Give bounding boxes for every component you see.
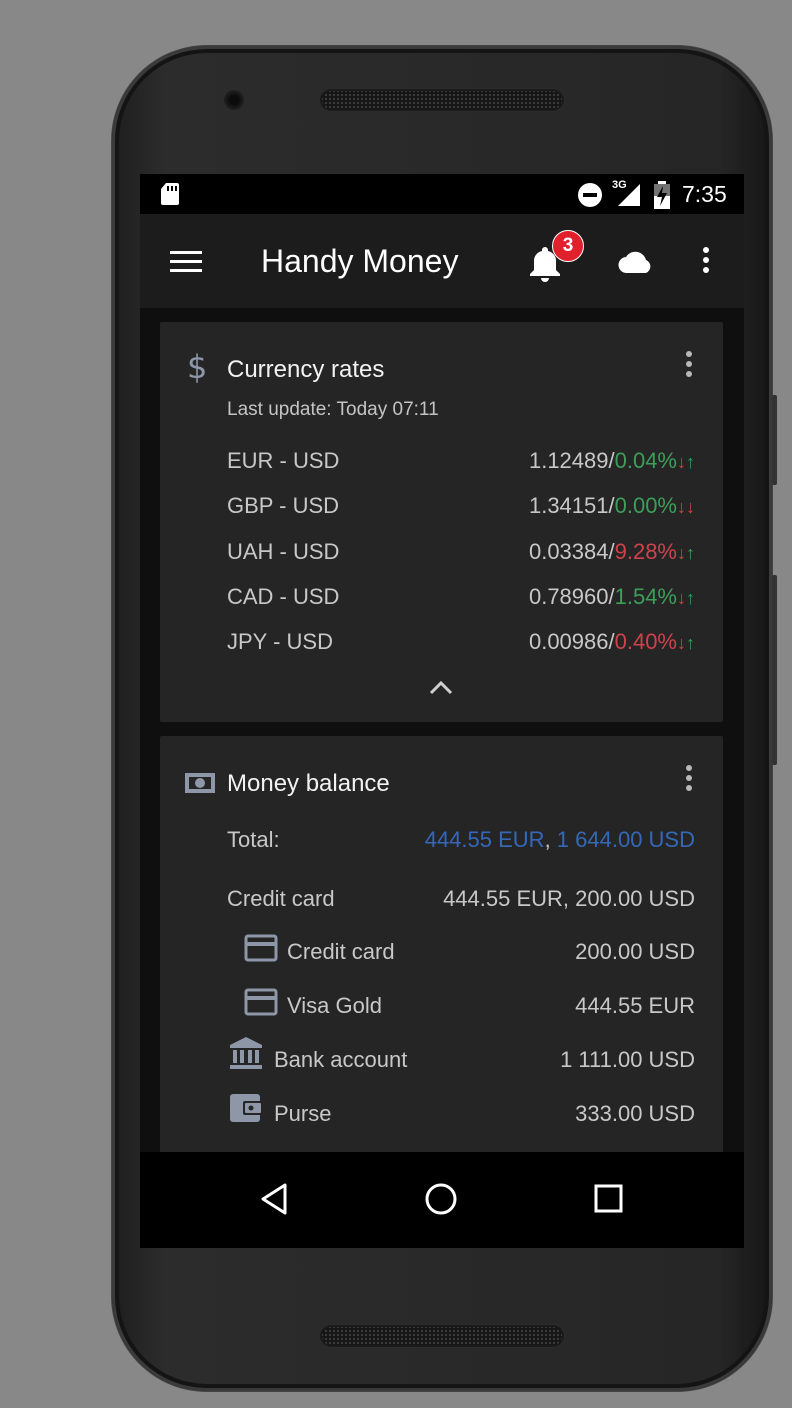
account-value: 1 111.00 USD bbox=[560, 1047, 695, 1072]
recents-icon[interactable] bbox=[594, 1184, 624, 1214]
chevron-up-icon[interactable] bbox=[429, 680, 453, 696]
app-title: Handy Money bbox=[261, 243, 459, 279]
last-update-text: Last update: Today 07:11 bbox=[227, 399, 439, 420]
wallet-icon bbox=[229, 1092, 263, 1129]
more-vert-icon[interactable] bbox=[694, 244, 718, 284]
menu-icon[interactable] bbox=[170, 250, 204, 274]
account-label[interactable]: Credit card bbox=[287, 939, 395, 965]
rate-number: 0.03384/ bbox=[528, 538, 615, 564]
account-value: 333.00 USD bbox=[575, 1101, 695, 1126]
account-value: 200.00 USD bbox=[575, 939, 695, 964]
trend-arrow: ↓ bbox=[677, 633, 686, 654]
notification-badge: 3 bbox=[552, 230, 584, 262]
clock: 7:35 bbox=[682, 181, 727, 207]
rate-change: 9.28% bbox=[614, 538, 677, 564]
rate-value: 1.12489/0.04%↓↑ bbox=[529, 448, 695, 474]
bottom-speaker bbox=[320, 1325, 564, 1347]
notifications-button[interactable]: 3 bbox=[524, 230, 584, 284]
currency-card-title: Currency rates bbox=[227, 356, 385, 383]
rate-pair: UAH - USD bbox=[227, 538, 340, 564]
balance-card-title: Money balance bbox=[227, 770, 390, 797]
credit-card-icon bbox=[244, 934, 278, 967]
power-button bbox=[772, 575, 777, 765]
rate-pair: GBP - USD bbox=[227, 493, 340, 519]
rate-change: 0.04% bbox=[614, 448, 677, 473]
currency-card-menu-icon[interactable] bbox=[677, 348, 701, 388]
money-balance-card: Money balance Total: 444.55 EUR, 1 644.0… bbox=[160, 736, 723, 1152]
top-speaker bbox=[320, 89, 564, 111]
rate-change: 1.54% bbox=[614, 583, 677, 609]
rate-number: 0.00986/ bbox=[528, 629, 615, 655]
total-usd: 1 644.00 USD bbox=[556, 827, 695, 852]
trend-arrow: ↑ bbox=[686, 633, 695, 654]
signal-icon bbox=[618, 184, 640, 206]
cloud-icon[interactable] bbox=[618, 248, 654, 274]
rate-pair: CAD - USD bbox=[227, 583, 340, 609]
battery-charging-icon bbox=[654, 181, 670, 209]
rate-number: 1.12489/ bbox=[528, 448, 615, 473]
total-eur: 444.55 EUR bbox=[424, 827, 545, 852]
back-icon[interactable] bbox=[259, 1182, 289, 1216]
total-separator: , bbox=[544, 827, 557, 852]
screen: 3G 7:35 Handy Money 3 $ Currency rates L… bbox=[140, 174, 744, 1248]
trend-arrow: ↓ bbox=[677, 542, 686, 563]
trend-arrow: ↑ bbox=[686, 452, 695, 472]
total-label: Total: bbox=[227, 827, 280, 852]
trend-arrow: ↓ bbox=[677, 452, 686, 472]
account-label[interactable]: Bank account bbox=[274, 1047, 407, 1073]
trend-arrow: ↑ bbox=[686, 587, 695, 608]
navigation-bar bbox=[140, 1152, 744, 1248]
notification-count: 3 bbox=[562, 235, 574, 256]
rate-number: 1.34151/ bbox=[528, 493, 615, 519]
trend-arrow: ↓ bbox=[677, 497, 686, 518]
group-value: 444.55 EUR, 200.00 USD bbox=[443, 886, 695, 911]
group-label[interactable]: Credit card bbox=[227, 886, 335, 912]
app-bar: Handy Money 3 bbox=[140, 214, 744, 308]
money-icon bbox=[185, 773, 215, 793]
currency-rates-card: $ Currency rates Last update: Today 07:1… bbox=[160, 322, 723, 722]
rate-pair: JPY - USD bbox=[227, 629, 333, 655]
account-label[interactable]: Purse bbox=[274, 1101, 331, 1127]
rate-change: 0.40% bbox=[614, 629, 677, 655]
balance-card-menu-icon[interactable] bbox=[677, 762, 701, 802]
trend-arrow: ↑ bbox=[686, 542, 695, 563]
rate-change: 0.00% bbox=[614, 493, 677, 519]
trend-arrow: ↓ bbox=[677, 587, 686, 608]
sd-card-icon bbox=[161, 183, 179, 205]
rate-value: 0.78960/1.54%↓↑ bbox=[529, 584, 695, 610]
account-value: 444.55 EUR bbox=[575, 993, 695, 1018]
bank-icon bbox=[229, 1036, 263, 1075]
credit-card-icon bbox=[244, 988, 278, 1021]
volume-button bbox=[772, 395, 777, 485]
dollar-icon: $ bbox=[187, 348, 208, 386]
rate-value: 0.03384/9.28%↓↑ bbox=[529, 539, 695, 565]
rate-pair: EUR - USD bbox=[227, 448, 340, 473]
account-label[interactable]: Visa Gold bbox=[287, 993, 382, 1019]
rate-value: 1.34151/0.00%↓↓ bbox=[529, 493, 695, 519]
total-value: 444.55 EUR, 1 644.00 USD bbox=[425, 827, 695, 853]
main-content: $ Currency rates Last update: Today 07:1… bbox=[140, 308, 744, 1152]
rate-number: 0.78960/ bbox=[528, 583, 615, 609]
home-icon[interactable] bbox=[424, 1182, 458, 1216]
do-not-disturb-icon bbox=[578, 183, 602, 207]
rate-value: 0.00986/0.40%↓↑ bbox=[529, 629, 695, 655]
trend-arrow: ↓ bbox=[686, 497, 695, 518]
front-camera bbox=[224, 90, 244, 110]
status-bar: 3G 7:35 bbox=[140, 174, 744, 214]
